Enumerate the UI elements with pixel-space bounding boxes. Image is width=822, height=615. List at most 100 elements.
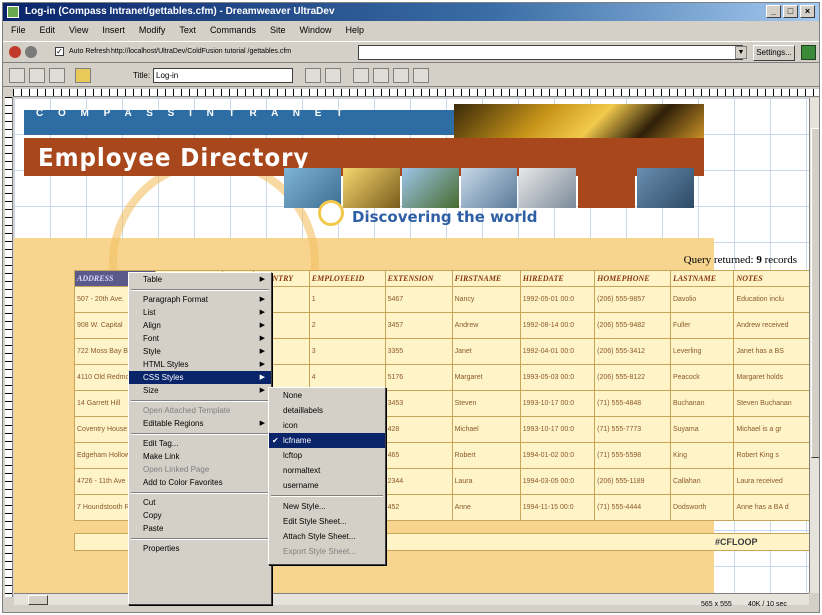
- css-style-item-lcfname[interactable]: ✔ lcfname: [269, 433, 385, 448]
- table-cell-notes[interactable]: Education inclu: [733, 286, 809, 313]
- table-cell-extension[interactable]: 3457: [384, 312, 453, 339]
- title-input[interactable]: Log-in: [153, 68, 293, 83]
- maximize-button[interactable]: □: [783, 5, 798, 18]
- css-style-item-detaillabels[interactable]: detaillabels: [269, 403, 385, 418]
- context-item-css-styles[interactable]: CSS Styles ▶: [129, 371, 271, 384]
- table-cell-firstname[interactable]: Andrew: [451, 312, 521, 339]
- table-cell-homephone[interactable]: (71) 555-7773: [594, 416, 671, 443]
- context-item-add-to-color-favorites[interactable]: Add to Color Favorites: [129, 476, 271, 489]
- context-item-make-link[interactable]: Make Link: [129, 450, 271, 463]
- table-cell-homephone[interactable]: (206) 555-9857: [594, 286, 671, 313]
- table-cell-hiredate[interactable]: 1993-10-17 00:0: [519, 416, 596, 443]
- menu-modify[interactable]: Modify: [137, 25, 168, 35]
- code-view-icon[interactable]: [9, 68, 25, 83]
- menu-commands[interactable]: Commands: [208, 25, 258, 35]
- column-header-extension[interactable]: EXTENSION: [384, 270, 453, 287]
- table-cell-hiredate[interactable]: 1992-05-01 00:0: [519, 286, 596, 313]
- chevron-down-icon[interactable]: ▼: [735, 46, 747, 59]
- column-header-employeeid[interactable]: EMPLOYEEID: [308, 270, 386, 287]
- menu-help[interactable]: Help: [343, 25, 366, 35]
- css-style-item-icon[interactable]: icon: [269, 418, 385, 433]
- table-cell-firstname[interactable]: Michael: [451, 416, 521, 443]
- live-data-icon[interactable]: [75, 68, 91, 83]
- menu-window[interactable]: Window: [297, 25, 333, 35]
- file-management-icon[interactable]: [305, 68, 321, 83]
- menu-edit[interactable]: Edit: [38, 25, 58, 35]
- reference-icon[interactable]: [373, 68, 389, 83]
- table-cell-extension[interactable]: 428: [384, 416, 453, 443]
- table-cell-homephone[interactable]: (206) 555-3412: [594, 338, 671, 365]
- table-cell-extension[interactable]: 5467: [384, 286, 453, 313]
- context-item-edit-tag[interactable]: Edit Tag...: [129, 437, 271, 450]
- css-style-item-lcftop[interactable]: lcftop: [269, 448, 385, 463]
- scroll-thumb[interactable]: [811, 128, 819, 458]
- table-cell-lastname[interactable]: Dodsworth: [669, 494, 735, 521]
- table-cell-lastname[interactable]: Suyama: [669, 416, 735, 443]
- table-cell-homephone[interactable]: (71) 555-4444: [594, 494, 671, 521]
- context-item-editable-regions[interactable]: Editable Regions ▶: [129, 417, 271, 430]
- table-cell-firstname[interactable]: Janet: [451, 338, 521, 365]
- table-cell-notes[interactable]: Michael is a gr: [733, 416, 809, 443]
- table-cell-firstname[interactable]: Steven: [451, 390, 521, 417]
- table-cell-firstname[interactable]: Anne: [451, 494, 521, 521]
- context-item-style[interactable]: Style ▶: [129, 345, 271, 358]
- auto-refresh-checkbox[interactable]: ✓: [55, 47, 64, 56]
- css-style-item-attach-style-sheet[interactable]: Attach Style Sheet...: [269, 529, 385, 544]
- refresh-icon[interactable]: [25, 46, 37, 58]
- context-item-properties[interactable]: Properties: [129, 542, 271, 555]
- table-cell-employeeid[interactable]: 3: [308, 338, 386, 365]
- context-item-paste[interactable]: Paste: [129, 522, 271, 535]
- column-header-homephone[interactable]: HOMEPHONE: [594, 270, 671, 287]
- table-cell-lastname[interactable]: Fuller: [669, 312, 735, 339]
- view-options-icon[interactable]: [413, 68, 429, 83]
- css-style-item-username[interactable]: username: [269, 478, 385, 493]
- table-cell-extension[interactable]: 2344: [384, 468, 453, 495]
- context-item-copy[interactable]: Copy: [129, 509, 271, 522]
- table-cell-lastname[interactable]: Callahan: [669, 468, 735, 495]
- table-cell-hiredate[interactable]: 1993-10-17 00:0: [519, 390, 596, 417]
- context-item-paragraph-format[interactable]: Paragraph Format ▶: [129, 293, 271, 306]
- cfloop-tag[interactable]: #CFLOOP: [715, 537, 758, 547]
- settings-button[interactable]: Settings...: [753, 45, 795, 61]
- context-item-align[interactable]: Align ▶: [129, 319, 271, 332]
- table-cell-lastname[interactable]: Davolio: [669, 286, 735, 313]
- window-size[interactable]: 565 x 555: [701, 601, 732, 608]
- menu-file[interactable]: File: [9, 25, 28, 35]
- table-cell-firstname[interactable]: Nancy: [451, 286, 521, 313]
- column-header-hiredate[interactable]: HIREDATE: [519, 270, 596, 287]
- table-cell-firstname[interactable]: Robert: [451, 442, 521, 469]
- menu-view[interactable]: View: [67, 25, 90, 35]
- column-header-notes[interactable]: NOTES: [733, 270, 809, 287]
- table-cell-employeeid[interactable]: 2: [308, 312, 386, 339]
- table-cell-extension[interactable]: 3453: [384, 390, 453, 417]
- table-cell-lastname[interactable]: Leverling: [669, 338, 735, 365]
- code-navigation-icon[interactable]: [393, 68, 409, 83]
- table-cell-firstname[interactable]: Margaret: [451, 364, 521, 391]
- table-cell-extension[interactable]: 465: [384, 442, 453, 469]
- table-cell-notes[interactable]: Laura received: [733, 468, 809, 495]
- table-cell-homephone[interactable]: (206) 555-8122: [594, 364, 671, 391]
- css-style-item-normaltext[interactable]: normaltext: [269, 463, 385, 478]
- context-item-table[interactable]: Table ▶: [129, 273, 271, 286]
- preview-icon[interactable]: [325, 68, 341, 83]
- table-cell-extension[interactable]: 5176: [384, 364, 453, 391]
- context-item-size[interactable]: Size ▶: [129, 384, 271, 397]
- table-cell-hiredate[interactable]: 1994-03-05 00:0: [519, 468, 596, 495]
- vertical-scrollbar[interactable]: [809, 98, 819, 593]
- table-cell-hiredate[interactable]: 1994-11-15 00:0: [519, 494, 596, 521]
- table-cell-employeeid[interactable]: 1: [308, 286, 386, 313]
- table-cell-notes[interactable]: Margaret holds: [733, 364, 809, 391]
- context-item-html-styles[interactable]: HTML Styles ▶: [129, 358, 271, 371]
- menu-insert[interactable]: Insert: [100, 25, 127, 35]
- refresh-design-icon[interactable]: [353, 68, 369, 83]
- table-cell-extension[interactable]: 3355: [384, 338, 453, 365]
- table-cell-homephone[interactable]: (206) 555-9482: [594, 312, 671, 339]
- stop-icon[interactable]: [9, 46, 21, 58]
- table-cell-homephone[interactable]: (71) 555-5598: [594, 442, 671, 469]
- url-params-input[interactable]: [358, 45, 743, 60]
- table-cell-notes[interactable]: Janet has a BS: [733, 338, 809, 365]
- menu-text[interactable]: Text: [177, 25, 198, 35]
- table-cell-notes[interactable]: Andrew received: [733, 312, 809, 339]
- column-header-firstname[interactable]: FIRSTNAME: [451, 270, 521, 287]
- minimize-button[interactable]: _: [766, 5, 781, 18]
